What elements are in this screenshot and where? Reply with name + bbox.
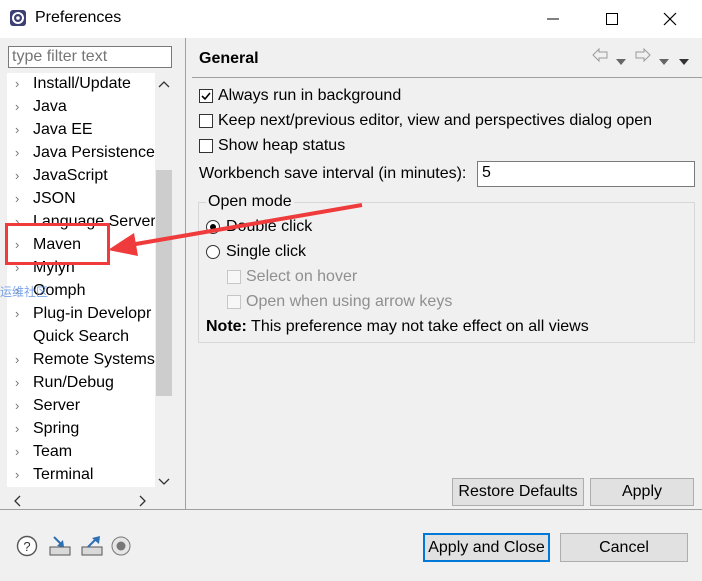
minimize-icon	[547, 18, 559, 20]
always-background-label: Always run in background	[218, 87, 402, 104]
footer-separator	[0, 509, 702, 510]
note-label: Note:	[206, 318, 247, 335]
open-arrow-keys-label: Open when using arrow keys	[246, 293, 453, 310]
panel-divider	[185, 38, 186, 510]
select-on-hover-checkbox[interactable]	[227, 270, 241, 284]
tree-item-java-ee[interactable]: › Java EE	[7, 120, 155, 143]
tree-item-remote-systems[interactable]: › Remote Systems	[7, 350, 155, 373]
svg-text:?: ?	[23, 539, 30, 554]
forward-arrow-icon[interactable]	[635, 47, 651, 67]
record-icon[interactable]	[111, 536, 131, 561]
chevron-right-icon[interactable]: ›	[15, 421, 25, 436]
maven-highlight-box	[5, 223, 110, 265]
page-title: General	[199, 50, 259, 67]
show-heap-checkbox[interactable]	[199, 139, 213, 153]
chevron-right-icon[interactable]: ›	[15, 352, 25, 367]
scroll-up-icon[interactable]	[158, 76, 170, 94]
chevron-right-icon[interactable]: ›	[15, 444, 25, 459]
tree-item-java[interactable]: › Java	[7, 97, 155, 120]
always-background-checkbox[interactable]	[199, 89, 213, 103]
filter-input[interactable]	[8, 46, 172, 68]
help-icon[interactable]: ?	[16, 535, 38, 562]
tree-item-run-debug[interactable]: › Run/Debug	[7, 373, 155, 396]
maximize-button[interactable]	[589, 4, 635, 34]
header-separator	[192, 77, 702, 78]
select-on-hover-label: Select on hover	[246, 268, 358, 285]
chevron-right-icon[interactable]: ›	[15, 191, 25, 206]
tree-item-spring[interactable]: › Spring	[7, 419, 155, 442]
workbench-interval-label: Workbench save interval (in minutes):	[199, 165, 467, 182]
view-menu-icon[interactable]	[679, 52, 689, 70]
maximize-icon	[606, 13, 618, 25]
tree-item-server[interactable]: › Server	[7, 396, 155, 419]
preferences-tree: › Install/Update › Java › Java EE › Java Per…	[7, 73, 155, 487]
import-icon[interactable]	[48, 535, 72, 562]
apply-button[interactable]: Apply	[590, 478, 694, 506]
tree-item-plugin-development[interactable]: › Plug-in Developr	[7, 304, 155, 327]
chevron-right-icon[interactable]: ›	[15, 76, 25, 91]
chevron-right-icon[interactable]: ›	[15, 467, 25, 482]
minimize-button[interactable]	[530, 4, 576, 34]
open-arrow-keys-checkbox[interactable]	[227, 295, 241, 309]
workbench-interval-input[interactable]: 5	[477, 161, 695, 187]
chevron-right-icon[interactable]: ›	[15, 375, 25, 390]
apply-and-close-button[interactable]: Apply and Close	[423, 533, 550, 562]
annotation-arrow-icon	[108, 203, 363, 256]
chevron-right-icon[interactable]: ›	[15, 145, 25, 160]
chevron-right-icon[interactable]: ›	[15, 398, 25, 413]
chevron-right-icon[interactable]: ›	[15, 168, 25, 183]
chevron-right-icon[interactable]: ›	[15, 122, 25, 137]
restore-defaults-button[interactable]: Restore Defaults	[452, 478, 584, 506]
tree-item-terminal[interactable]: › Terminal	[7, 465, 155, 487]
note-text: Note: This preference may not take effec…	[206, 318, 589, 336]
tree-horizontal-scrollbar[interactable]	[7, 489, 155, 509]
keep-next-prev-checkbox[interactable]	[199, 114, 213, 128]
chevron-right-icon[interactable]: ›	[15, 99, 25, 114]
tree-item-quick-search[interactable]: Quick Search	[7, 327, 155, 350]
tree-item-javascript[interactable]: › JavaScript	[7, 166, 155, 189]
close-icon	[663, 12, 677, 26]
eclipse-icon	[9, 9, 27, 27]
back-menu-icon[interactable]	[616, 52, 626, 70]
back-arrow-icon[interactable]	[592, 47, 608, 67]
note-body: This preference may not take effect on a…	[251, 318, 589, 335]
window-title: Preferences	[35, 9, 122, 26]
cancel-button[interactable]: Cancel	[560, 533, 688, 562]
chevron-right-icon[interactable]: ›	[15, 306, 25, 321]
show-heap-label: Show heap status	[218, 137, 346, 154]
tree-item-java-persistence[interactable]: › Java Persistence	[7, 143, 155, 166]
watermark: 运维社区	[0, 285, 49, 299]
forward-menu-icon[interactable]	[659, 52, 669, 70]
tree-item-install-update[interactable]: › Install/Update	[7, 74, 155, 97]
tree-item-team[interactable]: › Team	[7, 442, 155, 465]
scroll-down-icon[interactable]	[158, 474, 170, 492]
close-button[interactable]	[647, 4, 693, 34]
export-icon[interactable]	[80, 535, 104, 562]
keep-next-prev-label: Keep next/previous editor, view and pers…	[218, 112, 653, 129]
